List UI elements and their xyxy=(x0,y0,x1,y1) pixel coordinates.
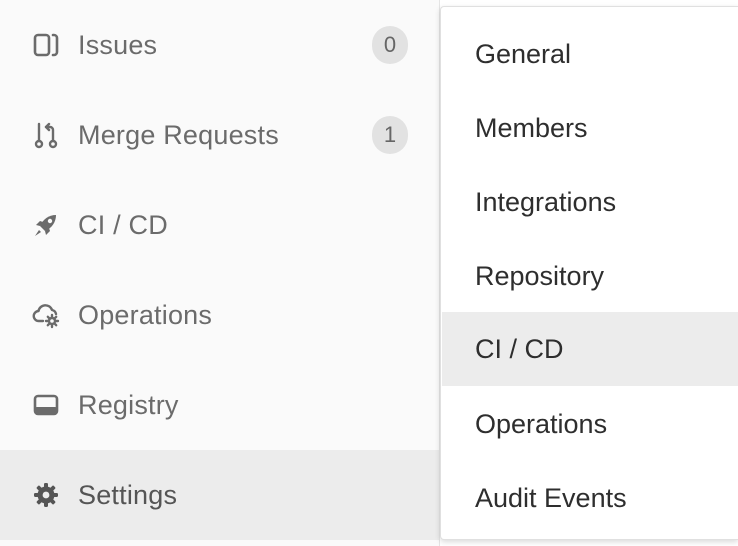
sidebar-item-ci-cd[interactable]: CI / CD xyxy=(0,180,439,270)
flyout-item-operations[interactable]: Operations xyxy=(442,387,738,461)
rocket-icon xyxy=(30,209,62,241)
flyout-item-general[interactable]: General xyxy=(442,17,738,91)
settings-flyout-menu: General Members Integrations Repository … xyxy=(440,6,738,540)
merge-request-icon xyxy=(30,119,62,151)
issues-icon xyxy=(30,29,62,61)
sidebar-item-label: Settings xyxy=(78,479,178,510)
sidebar-item-settings[interactable]: Settings xyxy=(0,450,439,540)
flyout-item-ci-cd[interactable]: CI / CD xyxy=(442,312,738,386)
sidebar: Issues 0 Merge Requests 1 CI / CD Operat… xyxy=(0,0,440,546)
page: Issues 0 Merge Requests 1 CI / CD Operat… xyxy=(0,0,738,546)
flyout-item-members[interactable]: Members xyxy=(442,91,738,165)
sidebar-item-label: Merge Requests xyxy=(78,119,279,150)
container-icon xyxy=(30,389,62,421)
sidebar-item-registry[interactable]: Registry xyxy=(0,360,439,450)
sidebar-item-label: Issues xyxy=(78,29,158,60)
flyout-item-integrations[interactable]: Integrations xyxy=(442,165,738,239)
sidebar-item-merge-requests[interactable]: Merge Requests 1 xyxy=(0,90,439,180)
issues-count-badge: 0 xyxy=(372,26,408,64)
flyout-item-repository[interactable]: Repository xyxy=(442,239,738,313)
sidebar-item-operations[interactable]: Operations xyxy=(0,270,439,360)
sidebar-item-label: Operations xyxy=(78,299,213,330)
flyout-item-audit-events[interactable]: Audit Events xyxy=(442,461,738,535)
sidebar-item-label: Registry xyxy=(78,389,179,420)
cloud-gear-icon xyxy=(30,299,62,331)
merge-requests-count-badge: 1 xyxy=(372,116,408,154)
sidebar-item-label: CI / CD xyxy=(78,209,168,240)
sidebar-item-issues[interactable]: Issues 0 xyxy=(0,0,439,90)
gear-icon xyxy=(30,479,62,511)
